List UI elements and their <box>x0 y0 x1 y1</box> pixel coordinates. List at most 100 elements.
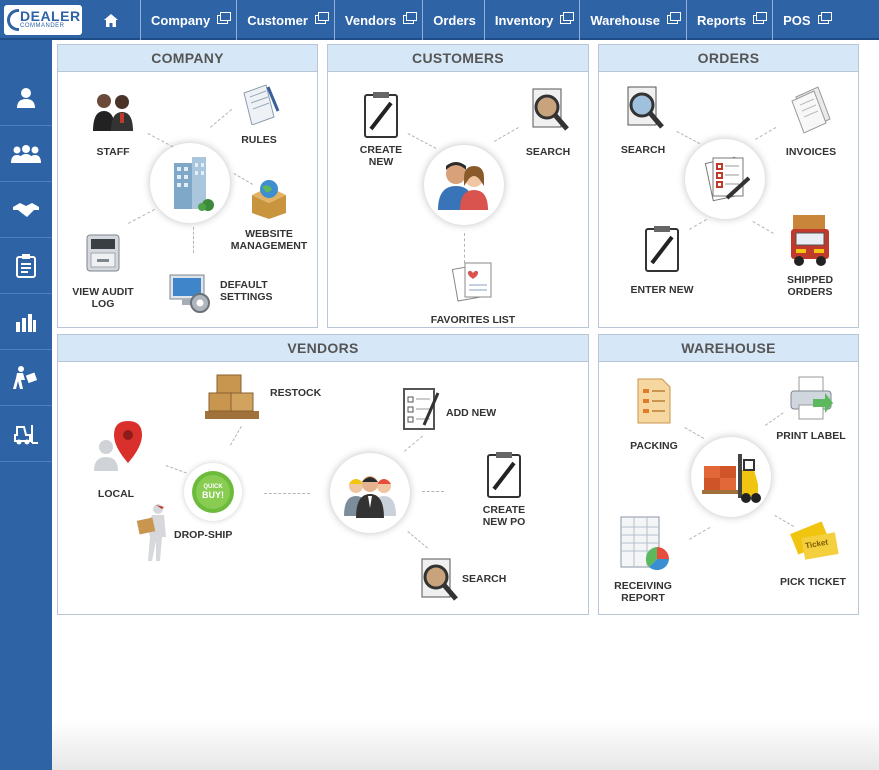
customers-search-label: SEARCH <box>525 146 571 158</box>
quick-buy-text-bottom: BUY! <box>202 490 224 500</box>
vendors-drop-ship[interactable]: DROP-SHIP <box>136 503 246 563</box>
staff-label: STAFF <box>96 146 130 158</box>
customers-favorites-list[interactable]: FAVORITES LIST <box>418 259 528 326</box>
sidebar-item-user[interactable] <box>0 70 52 126</box>
packing-list-icon <box>637 378 671 424</box>
users-icon <box>11 144 41 163</box>
logo-main-text: DEALER <box>20 8 81 24</box>
company-view-audit-log[interactable]: VIEW AUDIT LOG <box>66 231 140 310</box>
nav-company[interactable]: Company <box>140 0 236 40</box>
website-management-label: WEBSITE MANAGEMENT <box>230 228 308 252</box>
customers-search[interactable]: SEARCH <box>518 87 578 158</box>
pick-ticket-icon: Ticket <box>790 521 839 560</box>
warehouse-receiving-report[interactable]: RECEIVING REPORT <box>605 515 681 604</box>
add-new-checklist-icon <box>403 388 440 430</box>
open-window-icon[interactable] <box>753 11 768 24</box>
printer-icon <box>790 376 833 420</box>
nav-vendors[interactable]: Vendors <box>333 0 422 40</box>
delivery-truck-icon <box>791 215 829 266</box>
customers-panel: CUSTOMERS CREATE NEW SEARCH FAVORITES LI… <box>327 44 589 328</box>
nav-reports[interactable]: Reports <box>685 0 772 40</box>
company-website-management[interactable]: WEBSITE MANAGEMENT <box>224 177 314 252</box>
vendors-create-new-po[interactable]: CREATE NEW PO <box>474 451 534 528</box>
connector <box>752 221 774 234</box>
open-window-icon[interactable] <box>217 11 232 24</box>
connector <box>264 493 310 494</box>
create-new-po-label: CREATE NEW PO <box>482 504 526 528</box>
create-new-label: CREATE NEW <box>359 144 403 168</box>
vendors-team-icon <box>344 476 396 518</box>
connector <box>689 527 711 540</box>
customers-hub[interactable] <box>424 145 504 225</box>
nav-customer[interactable]: Customer <box>236 0 334 40</box>
open-window-icon[interactable] <box>666 11 681 24</box>
vendors-search[interactable]: SEARCH <box>416 557 526 603</box>
print-label-label: PRINT LABEL <box>776 430 846 442</box>
vendors-restock[interactable] <box>202 371 262 426</box>
company-hub[interactable] <box>150 143 230 223</box>
open-window-icon[interactable] <box>403 11 418 24</box>
nav-inventory[interactable]: Inventory <box>483 0 580 40</box>
vendors-add-new[interactable]: ADD NEW <box>402 387 512 431</box>
sidebar-item-vendors[interactable] <box>0 182 52 238</box>
connector <box>128 208 155 224</box>
customers-people-icon <box>438 162 488 210</box>
open-window-icon[interactable] <box>817 11 832 24</box>
delivery-person-icon <box>13 365 38 389</box>
vendors-add-new-label: ADD NEW <box>446 407 497 419</box>
create-po-clipboard-icon <box>487 452 521 498</box>
vendors-local[interactable]: LOCAL <box>86 419 146 500</box>
company-rules[interactable]: RULES <box>224 83 294 146</box>
open-window-icon[interactable] <box>314 11 329 24</box>
left-sidebar <box>0 40 52 770</box>
logo-arc <box>7 9 19 31</box>
warehouse-packing[interactable]: PACKING <box>621 377 687 452</box>
view-audit-log-label: VIEW AUDIT LOG <box>72 286 134 310</box>
sidebar-item-orders[interactable] <box>0 238 52 294</box>
warehouse-pick-ticket[interactable]: Ticket PICK TICKET <box>771 513 855 588</box>
warehouse-hub[interactable] <box>691 437 771 517</box>
main-menu: Company Customer Vendors Orders Inventor… <box>140 0 837 40</box>
logo-sub-text: COMMANDER <box>20 23 65 29</box>
customers-create-new[interactable]: CREATE NEW <box>348 91 414 168</box>
nav-vendors-label: Vendors <box>344 12 397 28</box>
orders-shipped-orders[interactable]: SHIPPED ORDERS <box>775 211 845 298</box>
enter-new-clipboard-icon <box>645 226 679 272</box>
orders-hub[interactable] <box>685 139 765 219</box>
vendors-hub[interactable] <box>330 453 410 533</box>
sidebar-item-delivery[interactable] <box>0 350 52 406</box>
vendors-search-label: SEARCH <box>462 573 507 585</box>
connector <box>755 127 777 140</box>
sidebar-item-reports[interactable] <box>0 294 52 350</box>
orders-invoices[interactable]: INVOICES <box>779 83 843 158</box>
default-settings-icon <box>169 274 210 313</box>
drop-ship-courier-icon <box>136 504 166 561</box>
company-staff[interactable]: STAFF <box>78 91 148 158</box>
forklift-icon <box>14 424 38 444</box>
sidebar-item-warehouse[interactable] <box>0 406 52 462</box>
nav-orders[interactable]: Orders <box>422 0 484 40</box>
drop-ship-label: DROP-SHIP <box>174 529 233 541</box>
nav-inventory-label: Inventory <box>494 12 554 28</box>
orders-enter-new[interactable]: ENTER NEW <box>627 225 697 296</box>
company-default-settings[interactable]: DEFAULT SETTINGS <box>168 271 278 315</box>
nav-pos-label: POS <box>783 12 811 28</box>
order-checklist-icon <box>704 156 751 202</box>
nav-warehouse[interactable]: Warehouse <box>579 0 686 40</box>
home-button[interactable] <box>84 0 138 40</box>
orders-search[interactable]: SEARCH <box>613 85 673 156</box>
office-building-icon <box>174 157 214 211</box>
receiving-report-icon <box>620 516 669 571</box>
restock-boxes-icon <box>205 374 259 419</box>
invoices-icon <box>791 86 831 134</box>
warehouse-print-label[interactable]: PRINT LABEL <box>771 375 851 442</box>
dealer-commander-logo[interactable]: DEALER COMMANDER <box>4 5 82 35</box>
invoices-label: INVOICES <box>785 146 837 158</box>
bar-chart-icon <box>16 313 36 332</box>
open-window-icon[interactable] <box>560 11 575 24</box>
favorites-list-label: FAVORITES LIST <box>430 314 516 326</box>
nav-customer-label: Customer <box>247 12 308 28</box>
search-magnifier-icon <box>421 558 458 601</box>
nav-pos[interactable]: POS <box>772 0 836 40</box>
sidebar-item-users[interactable] <box>0 126 52 182</box>
